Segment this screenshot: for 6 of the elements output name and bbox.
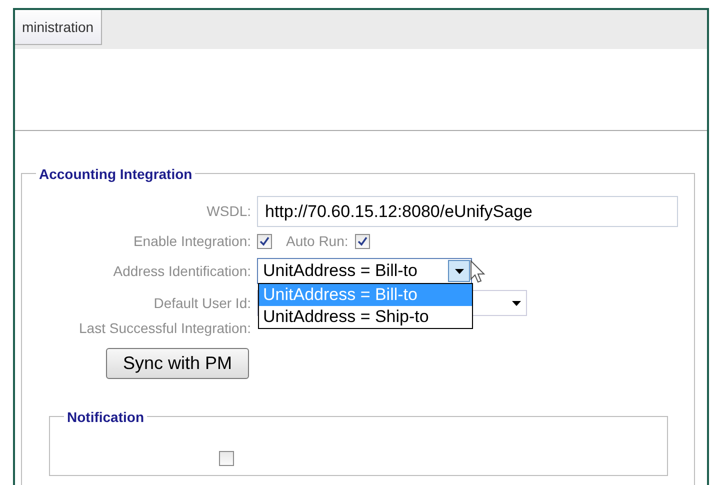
field-label: Address Identification: — [112, 262, 251, 280]
field-label: Last Successful Integration: — [78, 319, 251, 338]
field-label: Enable Integration: — [132, 232, 251, 251]
field-label: Default User Id: — [152, 294, 251, 312]
field-label: WSDL: — [206, 202, 251, 221]
field-label: Auto Run: — [286, 232, 348, 251]
